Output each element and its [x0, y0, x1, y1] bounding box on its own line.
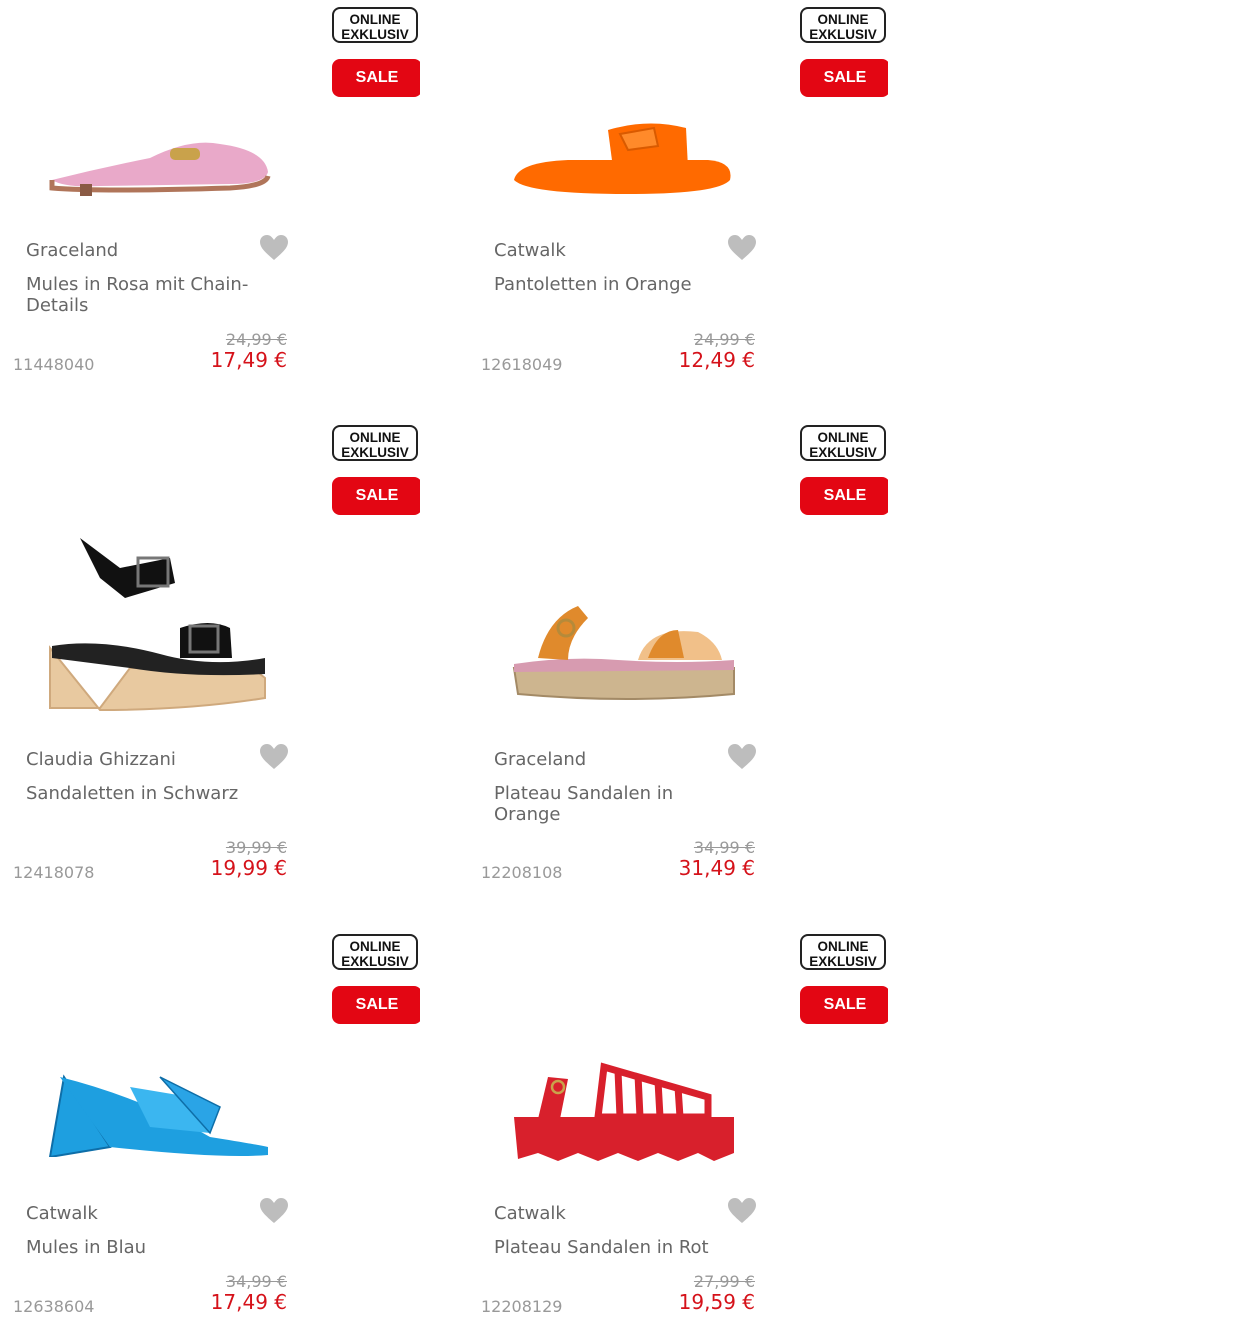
product-title[interactable]: Sandaletten in Schwarz — [26, 783, 276, 804]
product-brand: Graceland — [26, 240, 119, 261]
product-number: 12618049 — [481, 355, 563, 374]
black-platform-sandal-image[interactable] — [40, 528, 280, 718]
product-title[interactable]: Pantoletten in Orange — [494, 274, 744, 295]
product-title[interactable]: Plateau Sandalen in Orange — [494, 783, 744, 825]
product-brand: Catwalk — [494, 1203, 566, 1224]
original-price: 39,99 € — [225, 838, 287, 857]
sale-price: 17,49 € — [210, 1290, 287, 1314]
sale-badge: SALE — [800, 986, 888, 1024]
favorite-heart-icon[interactable] — [727, 1197, 757, 1225]
product-card[interactable]: ONLINE EXKLUSIV SALE Graceland Plateau Sa… — [468, 418, 888, 913]
original-price: 34,99 € — [693, 838, 755, 857]
product-card[interactable]: ONLINE EXKLUSIV SALE Catwalk Mules in Bla… — [0, 927, 420, 1322]
sale-badge: SALE — [332, 477, 420, 515]
favorite-heart-icon[interactable] — [727, 743, 757, 771]
online-exclusive-badge: ONLINE EXKLUSIV — [800, 425, 886, 461]
original-price: 24,99 € — [225, 330, 287, 349]
product-number: 12418078 — [13, 863, 95, 882]
sale-badge: SALE — [332, 59, 420, 97]
favorite-heart-icon[interactable] — [259, 1197, 289, 1225]
product-number: 12208108 — [481, 863, 563, 882]
product-title[interactable]: Plateau Sandalen in Rot — [494, 1237, 744, 1258]
product-number: 11448040 — [13, 355, 95, 374]
product-number: 12208129 — [481, 1297, 563, 1316]
sale-price: 19,99 € — [210, 856, 287, 880]
online-exclusive-badge: ONLINE EXKLUSIV — [332, 425, 418, 461]
product-grid: ONLINE EXKLUSIV SALE Graceland Mules in R… — [0, 0, 1250, 1322]
sale-price: 31,49 € — [678, 856, 755, 880]
red-platform-sandal-image[interactable] — [508, 1057, 748, 1177]
original-price: 24,99 € — [693, 330, 755, 349]
online-exclusive-badge: ONLINE EXKLUSIV — [332, 934, 418, 970]
favorite-heart-icon[interactable] — [259, 743, 289, 771]
orange-espadrille-sandal-image[interactable] — [508, 598, 748, 718]
online-exclusive-badge: ONLINE EXKLUSIV — [800, 934, 886, 970]
orange-slide-sandal-image[interactable] — [508, 110, 748, 230]
sale-price: 17,49 € — [210, 348, 287, 372]
product-title[interactable]: Mules in Rosa mit Chain-Details — [26, 274, 276, 316]
product-card[interactable]: ONLINE EXKLUSIV SALE Graceland Mules in R… — [0, 0, 420, 404]
sale-badge: SALE — [800, 477, 888, 515]
original-price: 34,99 € — [225, 1272, 287, 1291]
product-brand: Graceland — [494, 749, 587, 770]
online-exclusive-badge: ONLINE EXKLUSIV — [332, 7, 418, 43]
product-card[interactable]: ONLINE EXKLUSIV SALE Catwalk Pantoletten … — [468, 0, 888, 404]
original-price: 27,99 € — [693, 1272, 755, 1291]
sale-badge: SALE — [800, 59, 888, 97]
product-number: 12638604 — [13, 1297, 95, 1316]
product-card[interactable]: ONLINE EXKLUSIV SALE Catwalk Plateau Sand… — [468, 927, 888, 1322]
product-brand: Catwalk — [494, 240, 566, 261]
favorite-heart-icon[interactable] — [259, 234, 289, 262]
favorite-heart-icon[interactable] — [727, 234, 757, 262]
product-brand: Catwalk — [26, 1203, 98, 1224]
online-exclusive-badge: ONLINE EXKLUSIV — [800, 7, 886, 43]
product-card[interactable]: ONLINE EXKLUSIV SALE Claudia Ghizzani San… — [0, 418, 420, 913]
sale-badge: SALE — [332, 986, 420, 1024]
blue-heel-mule-image[interactable] — [40, 1037, 280, 1157]
sale-price: 12,49 € — [678, 348, 755, 372]
product-title[interactable]: Mules in Blau — [26, 1237, 276, 1258]
pink-mule-shoe-image[interactable] — [40, 110, 280, 230]
product-brand: Claudia Ghizzani — [26, 749, 176, 770]
sale-price: 19,59 € — [678, 1290, 755, 1314]
